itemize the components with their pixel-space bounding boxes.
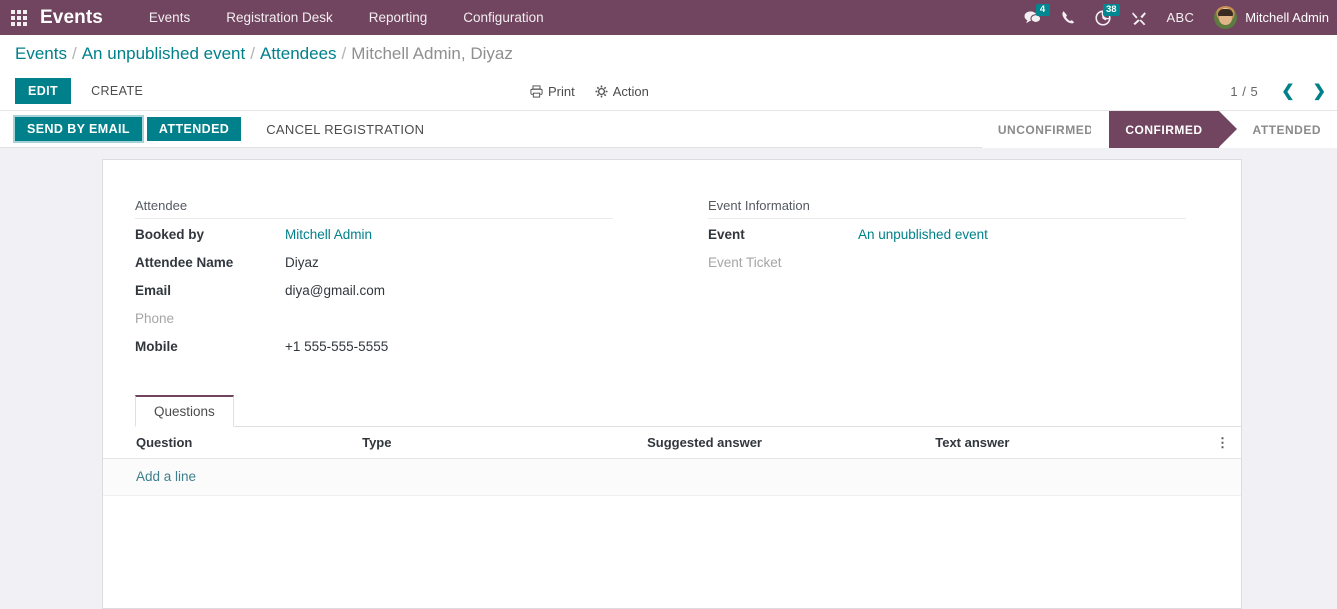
edit-button[interactable]: EDIT (15, 78, 72, 104)
messages-button[interactable]: 4 (1014, 0, 1051, 35)
form-body: Attendee Booked by Mitchell Admin Attend… (103, 160, 1241, 367)
printer-icon (530, 84, 543, 98)
breadcrumb-item-events[interactable]: Events (15, 44, 67, 64)
debug-mode-indicator[interactable]: ABC (1157, 0, 1205, 35)
attendee-group-title: Attendee (135, 198, 613, 219)
event-information-group-title: Event Information (708, 198, 1186, 219)
column-header-suggested-answer[interactable]: Suggested answer (647, 427, 936, 459)
action-label: Action (612, 83, 649, 99)
breadcrumb: Events / An unpublished event / Attendee… (0, 35, 1337, 72)
notebook-tabs: Questions (135, 395, 1241, 427)
field-email: Email diya@gmail.com (135, 283, 672, 311)
menu-item-configuration[interactable]: Configuration (445, 0, 561, 35)
app-brand-name[interactable]: Events (38, 7, 109, 29)
field-label-email: Email (135, 283, 172, 298)
column-header-question[interactable]: Question (103, 427, 363, 459)
field-value-attendee-name[interactable]: Diyaz (285, 255, 319, 270)
notebook: Questions (103, 395, 1241, 427)
print-menu-button[interactable]: Print (530, 84, 575, 99)
field-mobile: Mobile +1 555-555-5555 (135, 339, 672, 367)
attended-button[interactable]: ATTENDED (146, 117, 242, 141)
add-a-line-link[interactable]: Add a line (136, 469, 196, 484)
activities-count-badge: 38 (1102, 4, 1120, 16)
avatar (1214, 6, 1238, 29)
action-menu-button[interactable]: Action (595, 84, 649, 99)
column-header-type[interactable]: Type (362, 427, 648, 459)
add-line-cell: Add a line (103, 458, 1241, 496)
tools-icon (1131, 11, 1146, 25)
activities-button[interactable]: 38 (1085, 0, 1121, 35)
field-value-mobile[interactable]: +1 555-555-5555 (285, 339, 388, 354)
pager-value: 1 / 5 (1230, 83, 1259, 99)
systray: 4 38 ABC Mitchell Admin (1014, 0, 1337, 35)
field-value-booked-by[interactable]: Mitchell Admin (285, 227, 372, 242)
breadcrumb-item-attendees[interactable]: Attendees (260, 44, 337, 64)
breadcrumb-item-current: Mitchell Admin, Diyaz (351, 43, 513, 63)
tab-questions[interactable]: Questions (135, 395, 234, 427)
field-attendee-name: Attendee Name Diyaz (135, 255, 672, 283)
status-stages: UNCONFIRMED CONFIRMED ATTENDED (981, 111, 1337, 148)
menu-item-reporting[interactable]: Reporting (351, 0, 446, 35)
form-sheet: Attendee Booked by Mitchell Admin Attend… (102, 159, 1242, 609)
field-booked-by: Booked by Mitchell Admin (135, 227, 672, 255)
username-label: Mitchell Admin (1245, 10, 1329, 25)
phone-icon (1061, 11, 1074, 24)
apps-launcher-button[interactable] (0, 0, 38, 35)
field-label-mobile: Mobile (135, 339, 178, 354)
field-label-attendee-name: Attendee Name (135, 255, 234, 270)
event-information-group: Event Information Event An unpublished e… (672, 198, 1209, 367)
breadcrumb-separator: / (250, 43, 255, 63)
content-area: Attendee Booked by Mitchell Admin Attend… (0, 148, 1337, 609)
field-label-booked-by: Booked by (135, 227, 205, 242)
questions-table-header: Question Type Suggested answer Text answ… (103, 427, 1241, 459)
field-event-ticket: Event Ticket (708, 255, 1209, 283)
field-event: Event An unpublished event (708, 227, 1209, 255)
table-header-row: Question Type Suggested answer Text answ… (103, 427, 1241, 459)
gear-icon (595, 85, 608, 97)
add-line-row[interactable]: Add a line (103, 458, 1241, 496)
pager-previous-icon[interactable]: ❮ (1272, 81, 1303, 101)
apps-grid-icon (11, 9, 27, 26)
status-stage-unconfirmed[interactable]: UNCONFIRMED (981, 111, 1110, 148)
questions-table: Question Type Suggested answer Text answ… (103, 427, 1241, 496)
field-value-email[interactable]: diya@gmail.com (285, 283, 385, 298)
pager: 1 / 5 ❮ ❯ (1230, 81, 1337, 101)
cancel-registration-button[interactable]: CANCEL REGISTRATION (254, 117, 436, 142)
control-panel-actions: Print Action (530, 84, 649, 99)
column-header-text-answer[interactable]: Text answer (935, 427, 1216, 459)
field-phone: Phone (135, 311, 672, 339)
statusbar: SEND BY EMAIL ATTENDED CANCEL REGISTRATI… (0, 111, 1337, 148)
top-navbar: Events Events Registration Desk Reportin… (0, 0, 1337, 35)
questions-table-body: Add a line (103, 458, 1241, 496)
menu-item-events[interactable]: Events (131, 0, 208, 35)
control-panel: EDIT CREATE Print Action 1 / 5 ❮ ❯ (0, 72, 1337, 111)
pager-next-icon[interactable]: ❯ (1304, 81, 1335, 101)
main-menu: Events Registration Desk Reporting Confi… (131, 0, 562, 35)
attendee-group: Attendee Booked by Mitchell Admin Attend… (135, 198, 672, 367)
messages-count-badge: 4 (1035, 4, 1050, 16)
status-stage-confirmed[interactable]: CONFIRMED (1091, 111, 1237, 148)
user-menu-button[interactable]: Mitchell Admin (1204, 0, 1337, 35)
menu-item-registration-desk[interactable]: Registration Desk (208, 0, 351, 35)
print-label: Print (548, 83, 575, 99)
breadcrumb-separator: / (71, 43, 77, 63)
send-by-email-button[interactable]: SEND BY EMAIL (15, 117, 142, 141)
developer-tools-button[interactable] (1121, 0, 1157, 35)
phone-button[interactable] (1051, 0, 1085, 35)
optional-columns-toggle[interactable]: ⋮ (1215, 427, 1241, 459)
breadcrumb-separator: / (341, 43, 347, 63)
field-label-phone: Phone (135, 311, 175, 326)
create-button[interactable]: CREATE (79, 78, 155, 104)
field-label-event-ticket: Event Ticket (708, 255, 782, 270)
field-label-event: Event (708, 227, 745, 242)
statusbar-buttons: SEND BY EMAIL ATTENDED CANCEL REGISTRATI… (0, 117, 441, 142)
field-value-event[interactable]: An unpublished event (858, 227, 988, 242)
debug-label: ABC (1166, 10, 1195, 25)
vertical-dots-icon: ⋮ (1216, 435, 1229, 450)
breadcrumb-item-event[interactable]: An unpublished event (82, 44, 246, 64)
